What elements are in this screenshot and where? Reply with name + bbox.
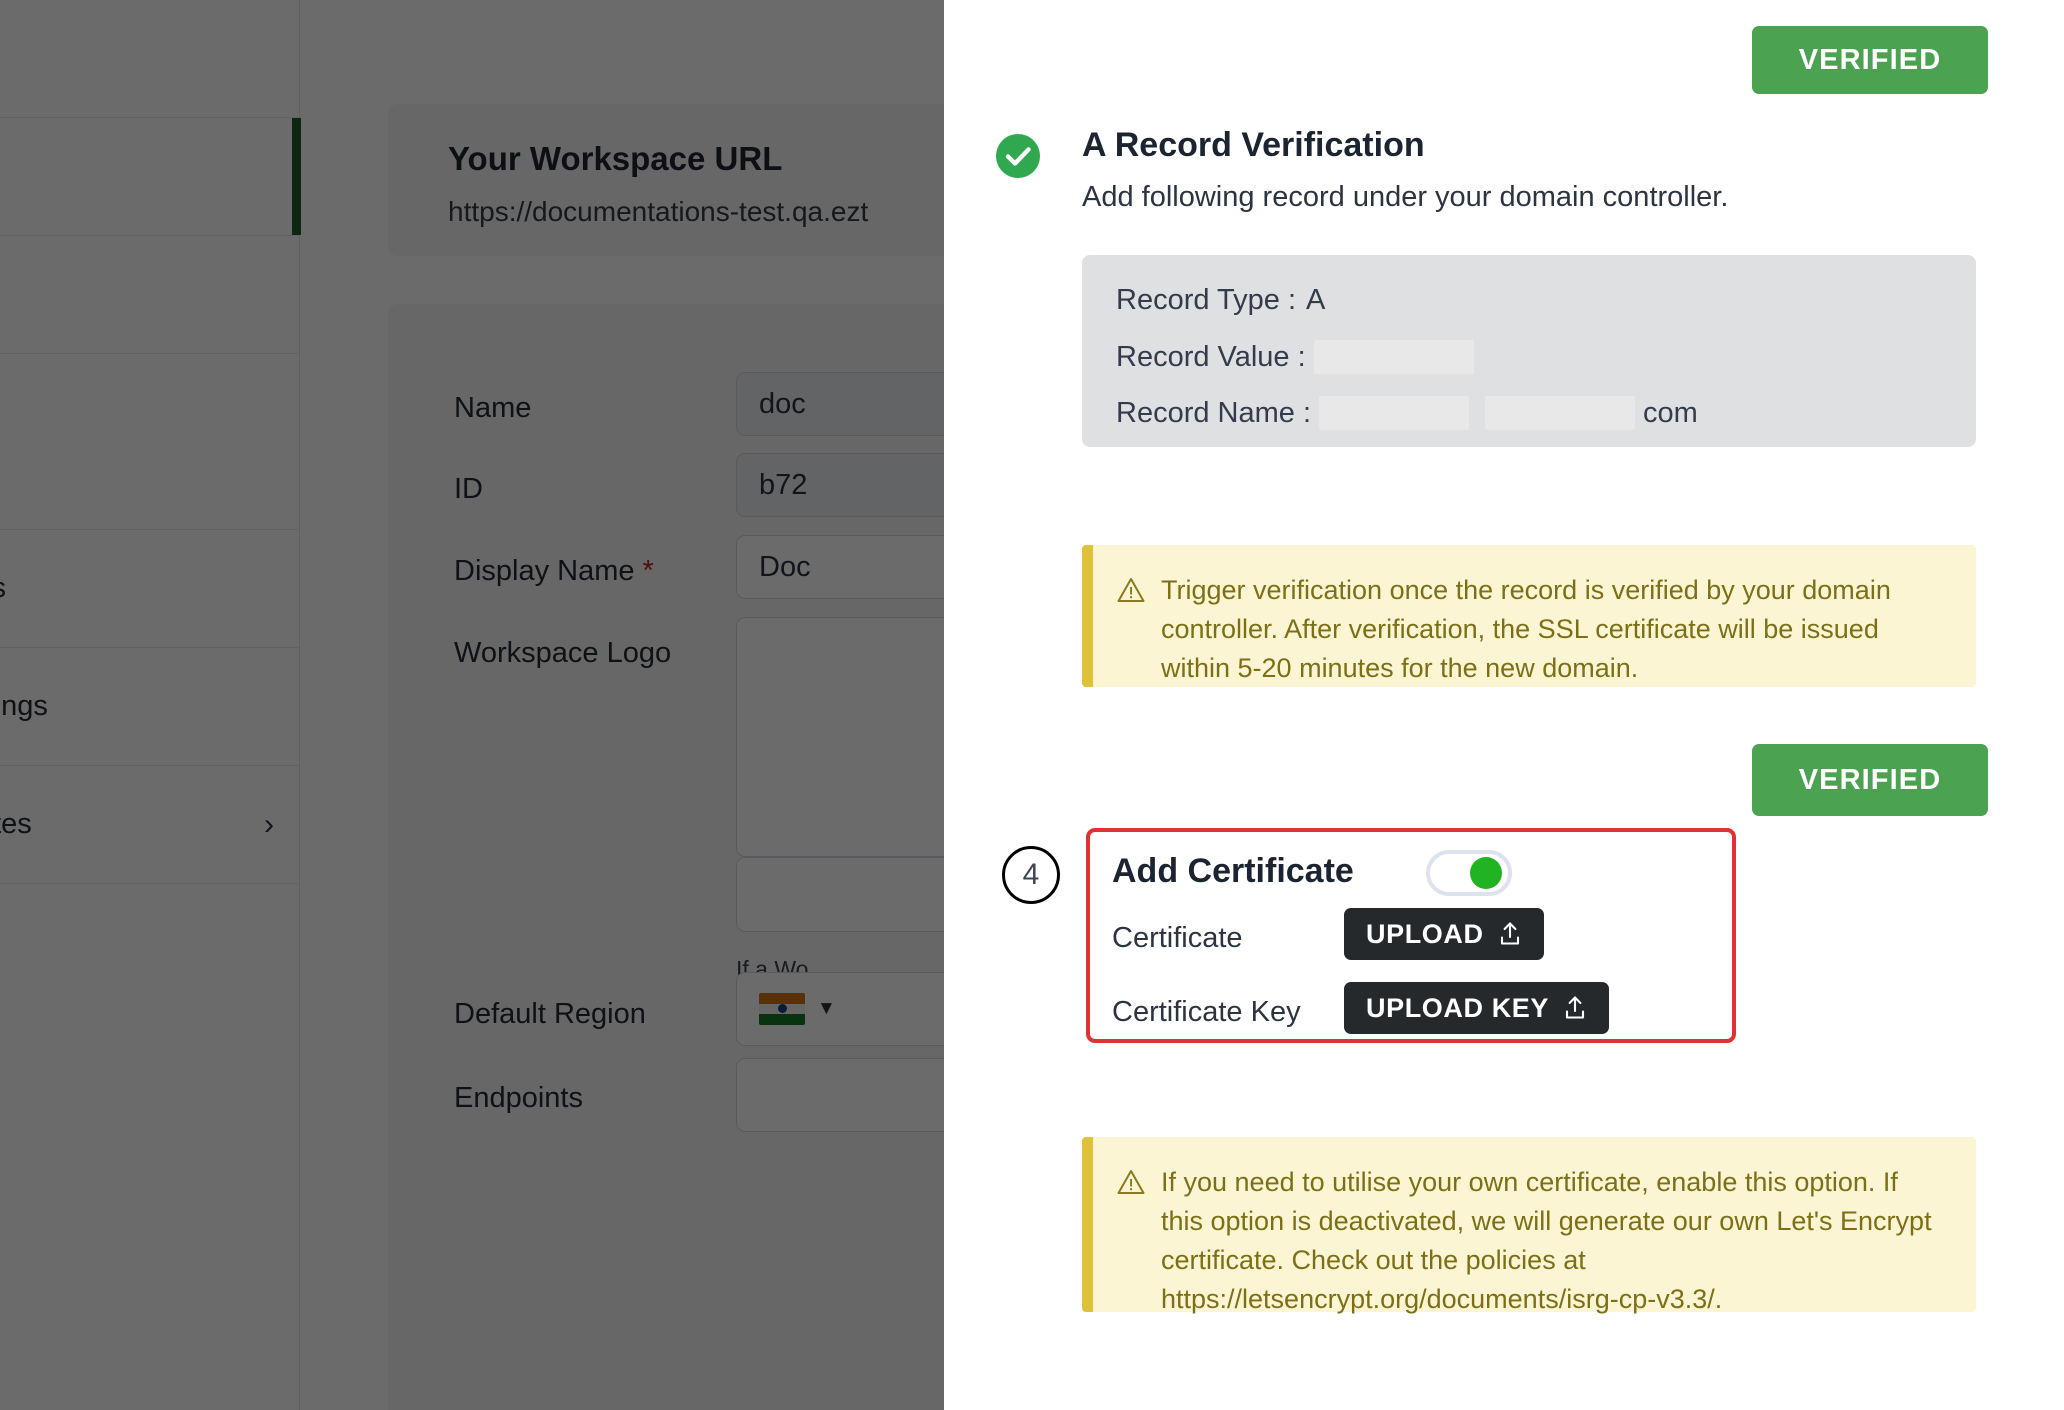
sidebar-item-label: ...ce Admins (0, 572, 6, 605)
dns-record-box: Record Type : A Record Value : Record Na… (1082, 255, 1976, 447)
record-name-suffix: com (1643, 396, 1698, 429)
sidebar: ...tion ...ng ...ce Admins . (0, 0, 301, 1410)
redacted-record-name-2 (1485, 396, 1636, 430)
check-circle-icon (996, 134, 1040, 178)
toggle-knob (1470, 857, 1502, 889)
redacted-record-value (1313, 340, 1474, 374)
upload-certificate-button[interactable]: UPLOAD (1344, 908, 1544, 960)
record-type-value: A (1306, 284, 1326, 316)
sidebar-item-3[interactable] (0, 354, 300, 530)
upload-icon (1498, 921, 1522, 947)
screen: ...tion ...ng ...ce Admins . (0, 0, 2064, 1410)
sidebar-item-label: ...ce Attributes (0, 808, 32, 840)
workspace-url-title: Your Workspace URL (448, 140, 783, 177)
caret-down-icon: ▼ (817, 998, 836, 1019)
record-name-row: Record Name : com (1116, 396, 1698, 430)
sidebar-item-4[interactable]: ...ce Admins (0, 530, 300, 648)
verification-note-text: Trigger verification once the record is … (1161, 575, 1891, 684)
certificate-note: If you need to utilise your own certific… (1082, 1137, 1976, 1315)
field-label-default-region: Default Region (454, 998, 646, 1030)
add-certificate-title: Add Certificate (1112, 852, 1354, 890)
add-certificate-group: Add Certificate Certificate UPLOAD Certi… (1086, 828, 1736, 1043)
chevron-right-icon: › (264, 807, 274, 841)
sidebar-item-5[interactable]: ...ation Settings (0, 648, 300, 766)
upload-certificate-button-label: UPLOAD (1366, 918, 1484, 949)
field-label-name: Name (454, 392, 532, 424)
certificate-note-text: If you need to utilise your own certific… (1161, 1167, 1932, 1315)
record-type-row: Record Type : A (1116, 284, 1325, 317)
field-label-endpoints: Endpoints (454, 1082, 583, 1114)
required-asterisk: * (634, 555, 654, 587)
verification-note: Trigger verification once the record is … (1082, 545, 1976, 687)
field-label-id: ID (454, 473, 483, 505)
verified-status-button-bottom[interactable]: VERIFIED (1752, 744, 1988, 816)
record-value-label: Record Value : (1116, 340, 1306, 373)
record-name-label: Record Name : (1116, 396, 1312, 429)
sidebar-item-6[interactable]: ...ce Attributes › (0, 766, 300, 884)
field-label-display-name: Display Name * (454, 555, 654, 587)
verified-status-button-top[interactable]: VERIFIED (1752, 26, 1988, 94)
warning-triangle-icon (1117, 577, 1151, 661)
certificate-key-label: Certificate Key (1112, 996, 1301, 1028)
upload-certificate-key-button[interactable]: UPLOAD KEY (1344, 982, 1610, 1034)
toggle-switch-on-icon[interactable] (1426, 850, 1512, 896)
sidebar-item-label: ...ation Settings (0, 690, 48, 722)
upload-certificate-key-button-label: UPLOAD KEY (1366, 992, 1550, 1023)
redacted-record-name (1319, 396, 1470, 430)
step-number-marker: 4 (1002, 846, 1060, 904)
record-type-label: Record Type : (1116, 284, 1297, 316)
upload-icon (1563, 995, 1587, 1021)
sidebar-item-1[interactable] (0, 118, 301, 236)
sidebar-item-0[interactable]: ...tion (0, 0, 300, 118)
record-value-row: Record Value : (1116, 340, 1482, 374)
india-flag-icon (759, 993, 805, 1025)
section-title: A Record Verification (1082, 126, 1425, 164)
certificate-label: Certificate (1112, 922, 1243, 954)
field-label-workspace-logo: Workspace Logo (454, 637, 672, 669)
workspace-url-value: https://documentations-test.qa.ezt (448, 196, 869, 227)
section-description: Add following record under your domain c… (1082, 181, 1729, 213)
warning-triangle-icon (1117, 1169, 1151, 1286)
sidebar-item-2[interactable]: ...ng (0, 236, 300, 354)
